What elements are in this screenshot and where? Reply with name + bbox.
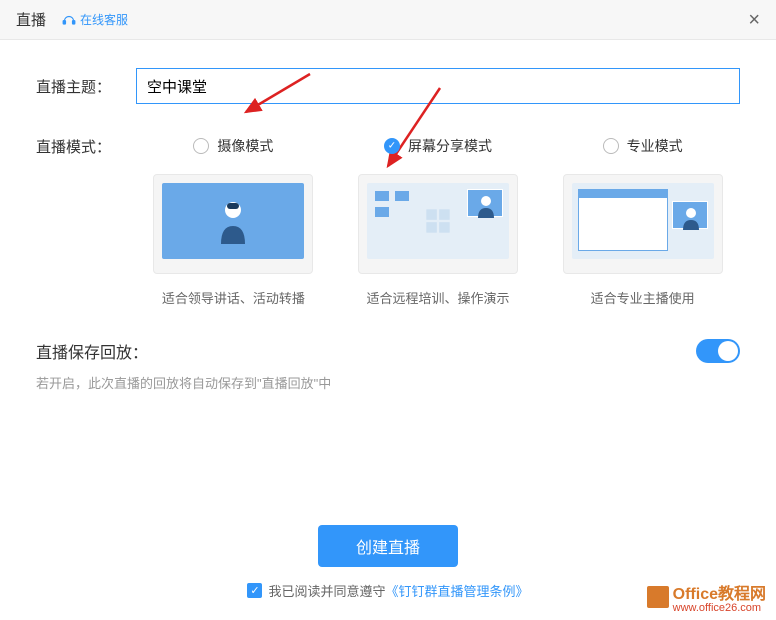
watermark-logo-icon bbox=[647, 586, 669, 608]
mode-screen-share-radio[interactable]: 屏幕分享模式 bbox=[384, 136, 492, 156]
mode-row: 直播模式： 摄像模式 适合领导讲话、活动转播 屏幕分享模式 bbox=[36, 136, 740, 307]
close-button[interactable]: × bbox=[748, 10, 760, 30]
topic-input[interactable] bbox=[136, 68, 740, 104]
mode-screen-share-desc: 适合远程培训、操作演示 bbox=[367, 288, 510, 307]
watermark: Office教程网 www.office26.com bbox=[647, 580, 766, 614]
mode-pro-radio[interactable]: 专业模式 bbox=[603, 136, 683, 156]
dialog-header: 直播 在线客服 × bbox=[0, 0, 776, 40]
headset-icon bbox=[62, 13, 76, 27]
radio-checked-icon bbox=[384, 138, 400, 154]
mode-pro-label: 专业模式 bbox=[627, 136, 683, 156]
dialog-title: 直播 bbox=[16, 9, 46, 30]
mode-screen-share-illustration bbox=[358, 174, 518, 274]
mode-camera-label: 摄像模式 bbox=[217, 136, 273, 156]
terms-link[interactable]: 《钉钉群直播管理条例》 bbox=[386, 581, 529, 600]
agree-checkbox[interactable] bbox=[247, 583, 262, 598]
mode-pro-desc: 适合专业主播使用 bbox=[591, 288, 695, 307]
mode-screen-share-label: 屏幕分享模式 bbox=[408, 136, 492, 156]
mode-camera: 摄像模式 适合领导讲话、活动转播 bbox=[136, 136, 331, 307]
radio-unchecked-icon bbox=[193, 138, 209, 154]
save-replay-toggle[interactable] bbox=[696, 339, 740, 363]
watermark-url: www.office26.com bbox=[673, 602, 766, 614]
mode-camera-desc: 适合领导讲话、活动转播 bbox=[162, 288, 305, 307]
mode-options: 摄像模式 适合领导讲话、活动转播 屏幕分享模式 bbox=[136, 136, 740, 307]
online-service-link[interactable]: 在线客服 bbox=[62, 11, 128, 28]
topic-row: 直播主题： bbox=[36, 68, 740, 104]
mode-camera-radio[interactable]: 摄像模式 bbox=[193, 136, 273, 156]
save-replay-hint: 若开启，此次直播的回放将自动保存到"直播回放"中 bbox=[36, 373, 740, 392]
agree-text: 我已阅读并同意遵守 bbox=[268, 581, 385, 600]
save-section: 直播保存回放： 若开启，此次直播的回放将自动保存到"直播回放"中 bbox=[36, 339, 740, 392]
create-live-button[interactable]: 创建直播 bbox=[318, 525, 458, 567]
save-replay-label: 直播保存回放： bbox=[36, 339, 148, 363]
mode-pro: 专业模式 适合专业主播使用 bbox=[545, 136, 740, 307]
dialog-content: 直播主题： 直播模式： 摄像模式 适合领导讲话、活动转播 bbox=[0, 40, 776, 420]
mode-pro-illustration bbox=[563, 174, 723, 274]
watermark-title: Office教程网 bbox=[673, 586, 766, 603]
agree-row: 我已阅读并同意遵守 《钉钉群直播管理条例》 bbox=[247, 581, 528, 600]
radio-unchecked-icon bbox=[603, 138, 619, 154]
mode-camera-illustration bbox=[153, 174, 313, 274]
mode-screen-share: 屏幕分享模式 适合远程培训、操作演示 bbox=[341, 136, 536, 307]
topic-label: 直播主题： bbox=[36, 76, 136, 97]
online-service-label: 在线客服 bbox=[80, 11, 128, 28]
mode-label: 直播模式： bbox=[36, 136, 136, 157]
toggle-knob-icon bbox=[718, 341, 738, 361]
